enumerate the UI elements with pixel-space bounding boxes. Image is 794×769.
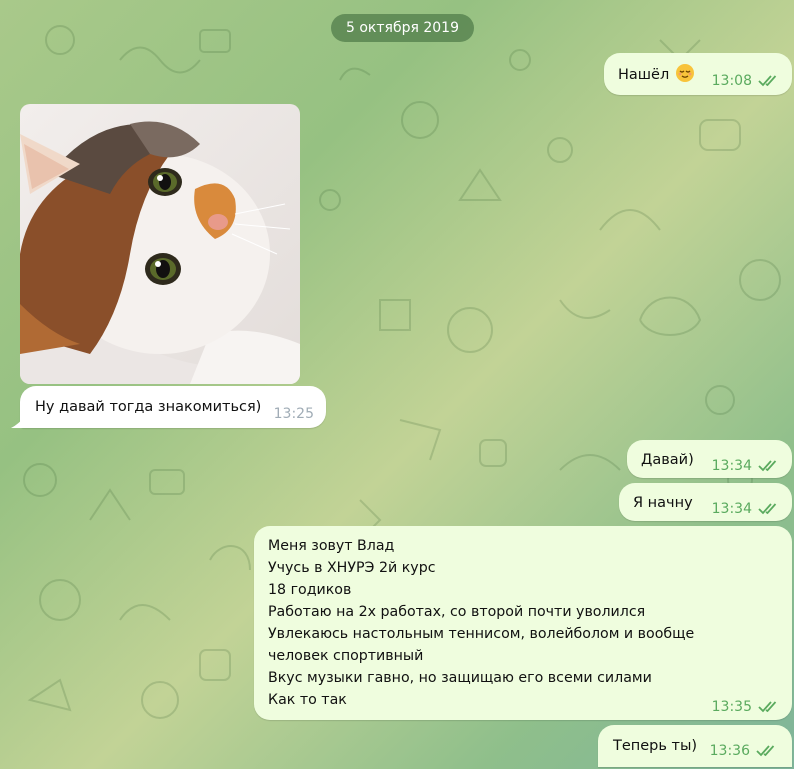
cat-photo[interactable] [20, 104, 300, 384]
cat-photo-image [20, 104, 300, 384]
message-time: 13:25 [273, 406, 314, 422]
message-meta: 13:36 [710, 743, 778, 759]
double-check-icon [758, 75, 777, 87]
message-time: 13:35 [711, 699, 752, 715]
outgoing-message[interactable]: Теперь ты) 13:36 [598, 725, 792, 767]
double-check-icon [758, 503, 777, 515]
relieved-face-icon [675, 64, 694, 82]
double-check-icon [758, 701, 777, 713]
message-text: Меня зовут Влад Учусь в ХНУРЭ 2й курс 18… [268, 538, 695, 708]
message-text: Теперь ты) [613, 738, 698, 754]
message-text-wrapper: Нашёл [618, 63, 695, 86]
message-meta: 13:34 [712, 458, 780, 474]
bubble-tail-icon [11, 416, 25, 428]
outgoing-message[interactable]: Нашёл 13:08 [604, 53, 792, 95]
message-meta: 13:08 [712, 73, 780, 89]
message-text: Я начну [633, 495, 693, 511]
message-meta: 13:25 [274, 406, 314, 422]
outgoing-message[interactable]: Я начну 13:34 [619, 483, 792, 521]
message-time: 13:34 [711, 458, 752, 474]
message-meta: 13:35 [712, 699, 780, 715]
date-separator: 5 октября 2019 [331, 14, 474, 42]
outgoing-message[interactable]: Давай) 13:34 [627, 440, 792, 478]
incoming-message[interactable]: Ну давай тогда знакомиться) 13:25 [20, 386, 326, 428]
message-text: Нашёл [618, 67, 670, 83]
message-time: 13:08 [711, 73, 752, 89]
message-meta: 13:34 [712, 501, 780, 517]
outgoing-message[interactable]: Меня зовут Влад Учусь в ХНУРЭ 2й курс 18… [254, 526, 792, 720]
message-text: Давай) [641, 452, 694, 468]
message-time: 13:36 [709, 743, 750, 759]
double-check-icon [756, 745, 775, 757]
double-check-icon [758, 460, 777, 472]
message-time: 13:34 [711, 501, 752, 517]
message-text: Ну давай тогда знакомиться) [35, 399, 262, 415]
